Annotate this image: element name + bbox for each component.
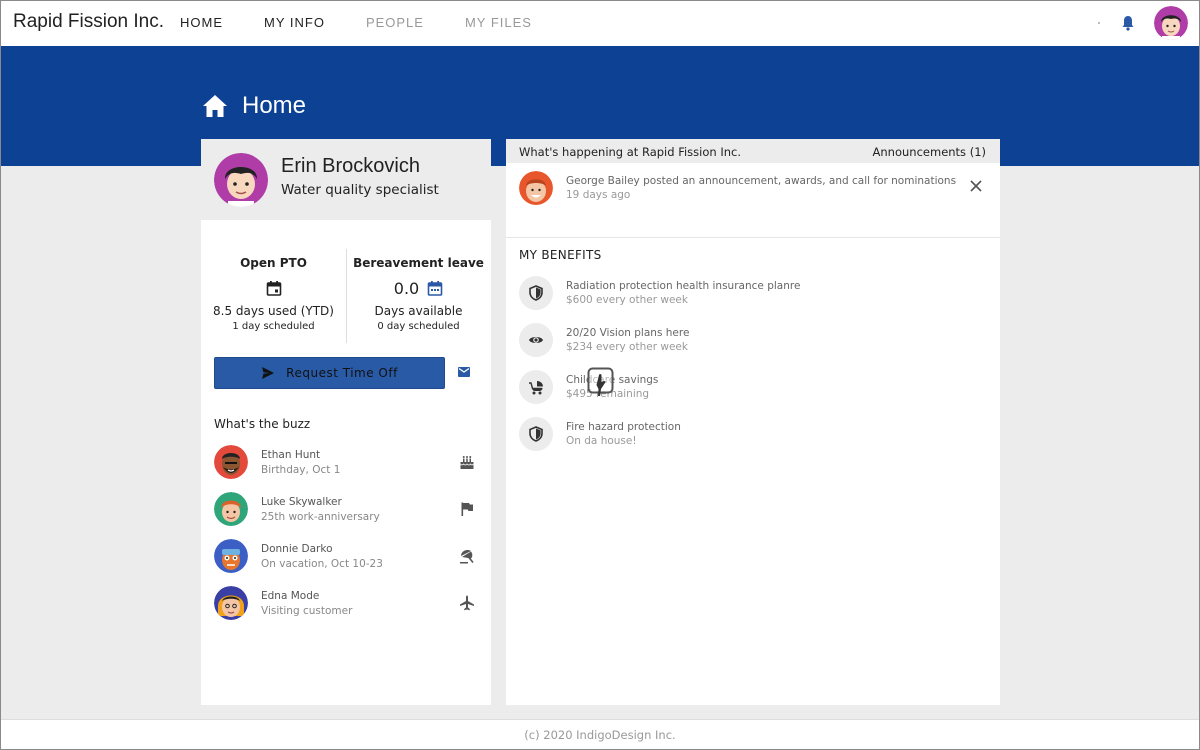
user-avatar[interactable] xyxy=(1154,6,1188,40)
avatar xyxy=(214,586,248,620)
news-benefits-card: What's happening at Rapid Fission Inc. A… xyxy=(506,139,1000,705)
buzz-person-detail: Visiting customer xyxy=(261,605,353,617)
benefit-name: Childcare savings xyxy=(566,374,659,386)
announcement-time: 19 days ago xyxy=(566,189,631,201)
buzz-person-detail: Birthday, Oct 1 xyxy=(261,464,341,476)
copyright-text: (c) 2020 IndigoDesign Inc. xyxy=(524,728,676,742)
open-pto-scheduled: 1 day scheduled xyxy=(232,321,315,332)
bereavement-title: Bereavement leave xyxy=(353,256,484,270)
bereavement-available: Days available xyxy=(374,304,463,318)
benefit-detail: $495 remaining xyxy=(566,388,650,400)
nav-home[interactable]: HOME xyxy=(180,15,223,30)
nav-my-info[interactable]: MY INFO xyxy=(264,15,325,30)
profile-avatar xyxy=(214,153,268,207)
benefit-detail: On da house! xyxy=(566,435,637,447)
benefit-name: 20/20 Vision plans here xyxy=(566,327,690,339)
benefit-detail: $234 every other week xyxy=(566,341,688,353)
profile-header: Erin Brockovich Water quality specialist xyxy=(201,139,491,220)
request-time-off-label: Request Time Off xyxy=(286,366,398,380)
beach-umbrella-icon xyxy=(460,550,474,564)
buzz-person-name: Luke Skywalker xyxy=(261,496,342,508)
leave-summary: Open PTO 8.5 days used (YTD) 1 day sched… xyxy=(201,247,491,347)
list-item[interactable]: Ethan Hunt Birthday, Oct 1 xyxy=(214,445,478,492)
list-item[interactable]: Radiation protection health insurance pl… xyxy=(519,271,979,318)
cake-icon xyxy=(460,456,474,469)
main-nav: HOME MY INFO PEOPLE MY FILES xyxy=(180,15,573,30)
open-pto-title: Open PTO xyxy=(240,256,307,270)
calendar-icon[interactable] xyxy=(427,280,443,296)
avatar xyxy=(214,445,248,479)
benefit-detail: $600 every other week xyxy=(566,294,688,306)
airplane-icon xyxy=(460,595,474,611)
bell-icon[interactable] xyxy=(1121,15,1135,31)
avatar xyxy=(519,171,553,205)
bereavement-leave: Bereavement leave 0.0 Days available 0 d… xyxy=(346,247,491,332)
flag-icon xyxy=(461,502,473,516)
benefit-name: Radiation protection health insurance pl… xyxy=(566,280,801,292)
profile-role: Water quality specialist xyxy=(281,182,439,198)
open-pto-used: 8.5 days used (YTD) xyxy=(213,304,334,318)
benefits-list: Radiation protection health insurance pl… xyxy=(519,271,979,459)
buzz-list: Ethan Hunt Birthday, Oct 1 Luke Skywalke… xyxy=(214,445,478,633)
happening-title: What's happening at Rapid Fission Inc. xyxy=(519,145,741,159)
buzz-person-name: Edna Mode xyxy=(261,590,320,602)
open-pto: Open PTO 8.5 days used (YTD) 1 day sched… xyxy=(201,247,346,332)
list-item[interactable]: 20/20 Vision plans here $234 every other… xyxy=(519,318,979,365)
page-title-text: Home xyxy=(242,92,307,119)
list-item[interactable]: Fire hazard protection On da house! xyxy=(519,412,979,459)
nav-people[interactable]: PEOPLE xyxy=(366,15,424,30)
buzz-title: What's the buzz xyxy=(214,417,311,431)
stroller-icon xyxy=(529,381,543,395)
close-icon[interactable] xyxy=(970,180,982,192)
buzz-person-detail: 25th work-anniversary xyxy=(261,511,380,523)
brand-name: Rapid Fission Inc. xyxy=(13,11,165,32)
list-item[interactable]: Luke Skywalker 25th work-anniversary xyxy=(214,492,478,539)
list-item[interactable]: Donnie Darko On vacation, Oct 10-23 xyxy=(214,539,478,586)
avatar xyxy=(214,539,248,573)
separator-dot xyxy=(1098,22,1100,24)
nav-my-files[interactable]: MY FILES xyxy=(465,15,532,30)
shield-icon xyxy=(529,426,543,442)
announcement-text: George Bailey posted an announcement, aw… xyxy=(566,175,957,187)
mail-icon[interactable] xyxy=(458,367,470,377)
shield-icon xyxy=(529,285,543,301)
profile-name: Erin Brockovich xyxy=(281,155,420,177)
benefit-name: Fire hazard protection xyxy=(566,421,681,433)
bereavement-scheduled: 0 day scheduled xyxy=(377,321,460,332)
calendar-icon xyxy=(266,281,281,296)
request-time-off-button[interactable]: Request Time Off xyxy=(214,357,445,389)
bereavement-value: 0.0 xyxy=(393,278,420,298)
eye-icon xyxy=(529,337,543,343)
buzz-person-detail: On vacation, Oct 10-23 xyxy=(261,558,383,570)
buzz-person-name: Ethan Hunt xyxy=(261,449,321,461)
send-icon xyxy=(262,367,275,379)
page-title: Home xyxy=(202,92,306,120)
benefits-title: MY BENEFITS xyxy=(519,248,602,262)
home-icon xyxy=(203,95,227,117)
announcements-count[interactable]: Announcements (1) xyxy=(873,145,986,159)
happening-header: What's happening at Rapid Fission Inc. A… xyxy=(506,139,1000,163)
top-navigation-bar: Rapid Fission Inc. HOME MY INFO PEOPLE M… xyxy=(0,0,1200,46)
list-item[interactable]: Childcare savings $495 remaining xyxy=(519,365,979,412)
buzz-person-name: Donnie Darko xyxy=(261,543,333,555)
list-item[interactable]: Edna Mode Visiting customer xyxy=(214,586,478,633)
footer: (c) 2020 IndigoDesign Inc. xyxy=(0,719,1200,750)
avatar xyxy=(214,492,248,526)
announcement-item[interactable]: George Bailey posted an announcement, aw… xyxy=(506,163,1000,238)
profile-card: Erin Brockovich Water quality specialist… xyxy=(201,139,491,705)
